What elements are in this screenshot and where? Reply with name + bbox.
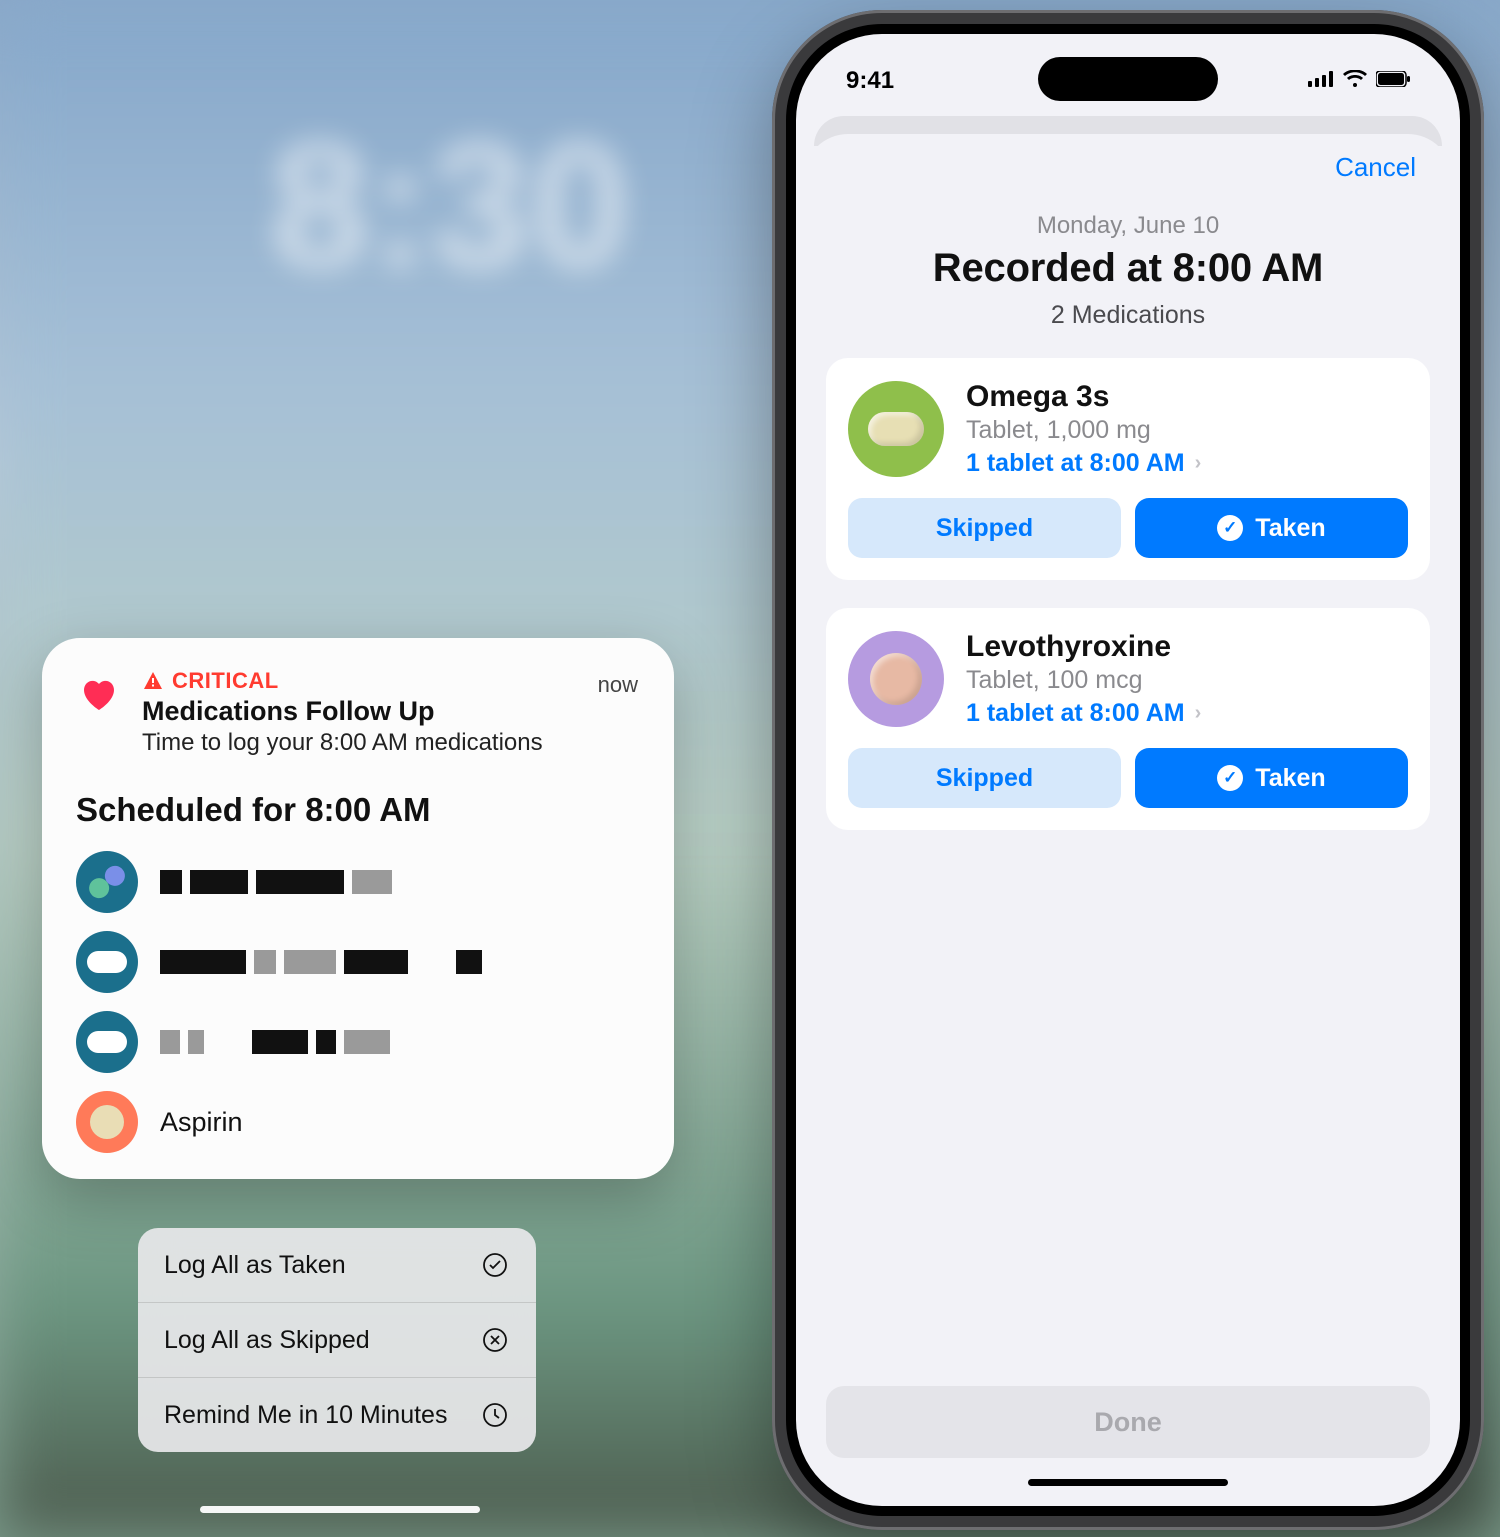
notification-action-sheet: Log All as Taken Log All as Skipped Remi… — [138, 1228, 536, 1452]
log-all-taken-action[interactable]: Log All as Taken — [138, 1228, 536, 1303]
medication-dose: Tablet, 1,000 mg — [966, 416, 1201, 445]
notification-body: Time to log your 8:00 AM medications — [142, 729, 640, 757]
cellular-signal-icon — [1308, 71, 1334, 92]
critical-label: CRITICAL — [172, 668, 279, 694]
tablet-icon — [76, 931, 138, 993]
sheet-subtitle: 2 Medications — [826, 301, 1430, 330]
medication-row[interactable]: Aspirin — [76, 1091, 640, 1153]
medication-schedule-link[interactable]: 1 tablet at 8:00 AM › — [966, 699, 1201, 728]
x-circle-icon — [480, 1325, 510, 1355]
critical-badge: CRITICAL — [142, 668, 640, 694]
medication-row[interactable] — [76, 1011, 640, 1073]
warning-icon — [142, 670, 164, 692]
medication-row[interactable] — [76, 851, 640, 913]
clock-icon — [480, 1400, 510, 1430]
phone-frame: 9:41 Cancel Monday, June 10 — [772, 10, 1484, 1530]
taken-button[interactable]: ✓ Taken — [1135, 498, 1408, 558]
medication-card: Omega 3s Tablet, 1,000 mg 1 tablet at 8:… — [826, 358, 1430, 580]
skipped-button[interactable]: Skipped — [848, 498, 1121, 558]
medication-schedule-link[interactable]: 1 tablet at 8:00 AM › — [966, 449, 1201, 478]
medications-sheet: Cancel Monday, June 10 Recorded at 8:00 … — [804, 134, 1452, 1498]
tablet-orange-icon — [76, 1091, 138, 1153]
medication-notification-card[interactable]: CRITICAL Medications Follow Up Time to l… — [42, 638, 674, 1179]
notification-title: Medications Follow Up — [142, 696, 640, 727]
home-indicator[interactable] — [1028, 1479, 1228, 1486]
redacted-medication-name — [160, 1030, 390, 1054]
check-circle-icon — [480, 1250, 510, 1280]
taken-button[interactable]: ✓ Taken — [1135, 748, 1408, 808]
status-time: 9:41 — [846, 67, 894, 95]
notification-timestamp: now — [598, 672, 638, 698]
wifi-icon — [1343, 70, 1367, 93]
chevron-right-icon: › — [1195, 702, 1202, 725]
log-all-skipped-action[interactable]: Log All as Skipped — [138, 1303, 536, 1378]
medication-green-icon — [848, 381, 944, 477]
check-circle-icon: ✓ — [1217, 765, 1243, 791]
medication-card: Levothyroxine Tablet, 100 mcg 1 tablet a… — [826, 608, 1430, 830]
action-label: Log All as Taken — [164, 1251, 346, 1280]
sheet-title: Recorded at 8:00 AM — [826, 246, 1430, 291]
action-label: Remind Me in 10 Minutes — [164, 1401, 447, 1430]
skipped-button[interactable]: Skipped — [848, 748, 1121, 808]
sheet-date: Monday, June 10 — [826, 212, 1430, 240]
dynamic-island — [1038, 57, 1218, 101]
check-circle-icon: ✓ — [1217, 515, 1243, 541]
action-label: Log All as Skipped — [164, 1326, 370, 1355]
phone-screen: 9:41 Cancel Monday, June 10 — [796, 34, 1460, 1506]
done-button[interactable]: Done — [826, 1386, 1430, 1458]
medication-purple-icon — [848, 631, 944, 727]
chevron-right-icon: › — [1195, 452, 1202, 475]
cancel-button[interactable]: Cancel — [1335, 152, 1416, 183]
scheduled-title: Scheduled for 8:00 AM — [76, 791, 640, 829]
tablet-icon — [76, 1011, 138, 1073]
battery-icon — [1376, 71, 1410, 92]
health-heart-icon — [76, 672, 122, 718]
medication-name: Levothyroxine — [966, 630, 1201, 664]
medication-row[interactable] — [76, 931, 640, 993]
medication-name: Aspirin — [160, 1107, 243, 1138]
lockscreen-clock: 8:30 — [120, 110, 780, 296]
redacted-medication-name — [160, 950, 482, 974]
medication-dose: Tablet, 100 mcg — [966, 666, 1201, 695]
medication-name: Omega 3s — [966, 380, 1201, 414]
redacted-medication-name — [160, 870, 392, 894]
home-indicator[interactable] — [200, 1506, 480, 1513]
remind-later-action[interactable]: Remind Me in 10 Minutes — [138, 1378, 536, 1452]
capsule-icon — [76, 851, 138, 913]
